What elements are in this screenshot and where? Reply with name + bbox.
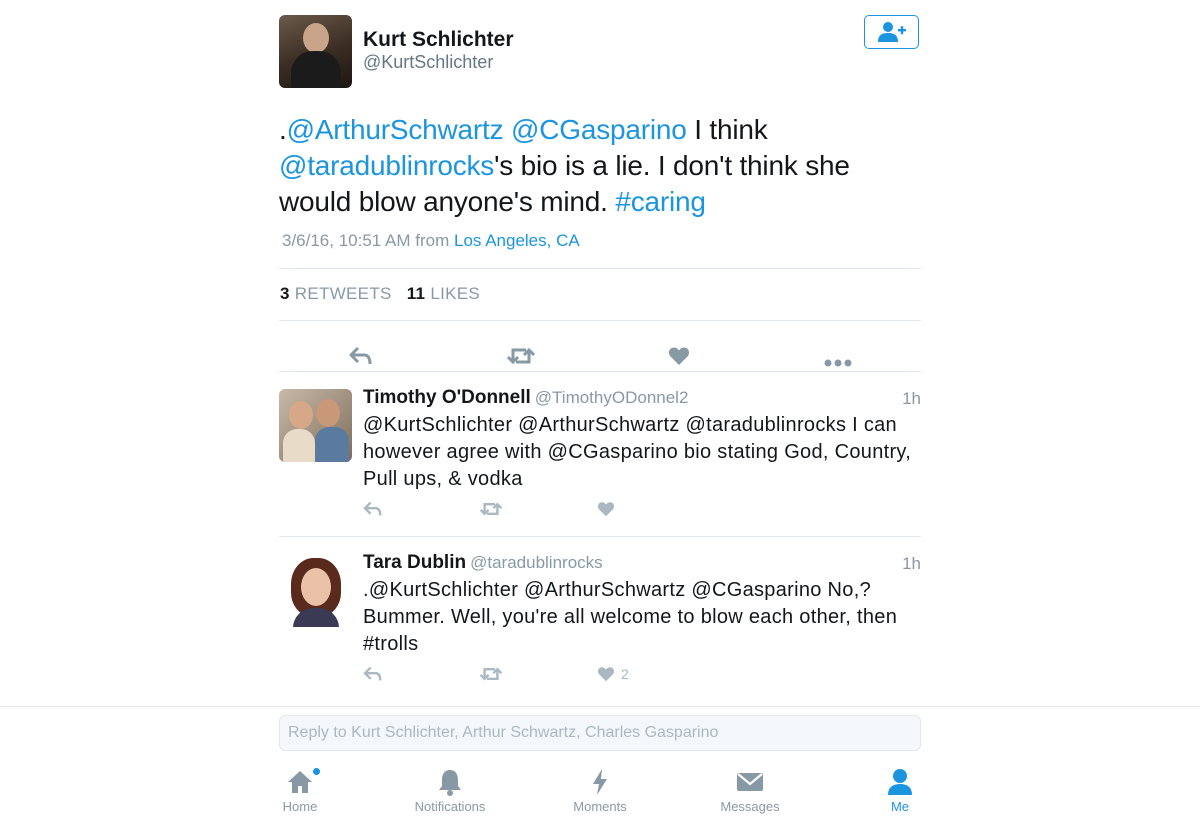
bell-icon (439, 770, 461, 796)
like-count: 2 (621, 666, 629, 682)
notification-dot (313, 768, 320, 775)
reply-author-name[interactable]: Tara Dublin (363, 552, 466, 573)
reply-icon (363, 501, 382, 516)
heart-icon (668, 347, 690, 365)
tweet-text-segment: I think (686, 114, 768, 145)
mention-link[interactable]: @CGasparino (511, 114, 687, 145)
tab-label: Me (890, 799, 910, 814)
tab-messages[interactable]: Messages (690, 767, 810, 814)
reply-button[interactable] (349, 346, 373, 371)
reply-author[interactable]: Tara Dublin @taradublinrocks (363, 552, 603, 574)
retweet-count[interactable]: 3 (280, 284, 290, 303)
divider (279, 268, 921, 269)
author-name[interactable]: Kurt Schlichter (363, 28, 514, 52)
mention-link[interactable]: @taradublinrocks (279, 150, 494, 181)
tab-home[interactable]: Home (240, 767, 360, 814)
reply-text-line: #trolls (363, 633, 419, 655)
retweet-button[interactable] (479, 666, 503, 682)
add-user-icon (877, 22, 906, 42)
tweet-text-segment: . (279, 114, 287, 145)
tab-label: Moments (573, 799, 627, 814)
tab-moments[interactable]: Moments (540, 767, 660, 814)
like-button[interactable] (668, 346, 690, 371)
retweet-button[interactable] (506, 346, 536, 371)
reply-text: @KurtSchlichter @ArthurSchwartz @taradub… (363, 412, 923, 493)
divider (279, 371, 921, 372)
tab-label: Notifications (414, 799, 486, 814)
tab-label: Messages (720, 799, 780, 814)
reply-text-line: Bummer. Well, you're all welcome to blow… (363, 606, 898, 628)
like-button[interactable] (597, 501, 621, 517)
like-count[interactable]: 11 (407, 284, 426, 303)
avatar[interactable] (279, 389, 352, 462)
reply-button[interactable] (363, 666, 383, 682)
retweet-icon (506, 347, 536, 365)
lightning-icon (593, 769, 607, 795)
home-icon (288, 771, 312, 793)
more-icon (824, 359, 852, 367)
heart-icon (597, 667, 615, 682)
person-icon (888, 769, 912, 795)
more-button[interactable] (824, 354, 852, 372)
retweet-icon (479, 667, 503, 681)
reply-author[interactable]: Timothy O'Donnell @TimothyODonnel2 (363, 387, 688, 409)
retweet-icon (479, 502, 503, 516)
tweet-stats: 3 RETWEETS 11 LIKES (280, 284, 480, 304)
like-label[interactable]: LIKES (430, 284, 480, 303)
reply-author-name[interactable]: Timothy O'Donnell (363, 387, 531, 408)
reply-text-line: .@KurtSchlichter @ArthurSchwartz @CGaspa… (363, 579, 872, 601)
reply-icon (363, 666, 382, 681)
composer-divider (0, 706, 1200, 707)
reply-actions (363, 501, 763, 525)
reply-author-handle[interactable]: @taradublinrocks (470, 553, 603, 572)
hashtag-link[interactable]: #caring (615, 186, 706, 217)
envelope-icon (737, 773, 763, 791)
reply-button[interactable] (363, 501, 383, 517)
reply-text-line: Pull ups, & vodka (363, 468, 523, 490)
reply-author-handle[interactable]: @TimothyODonnel2 (535, 388, 689, 407)
retweet-button[interactable] (479, 501, 503, 517)
follow-button[interactable] (864, 15, 919, 49)
tweet-actions (279, 332, 921, 384)
reply-tweet[interactable]: Timothy O'Donnell @TimothyODonnel2 1h @Ku… (279, 385, 923, 537)
tab-me[interactable]: Me (840, 767, 960, 814)
reply-actions: 2 (363, 666, 763, 690)
tab-label: Home (282, 799, 318, 814)
tab-notifications[interactable]: Notifications (390, 767, 510, 814)
divider (279, 536, 921, 537)
author-handle[interactable]: @KurtSchlichter (363, 52, 493, 73)
reply-time: 1h (902, 554, 921, 573)
tweet-meta: 3/6/16, 10:51 AM from Los Angeles, CA (282, 231, 580, 251)
reply-icon (349, 346, 372, 365)
retweet-label[interactable]: RETWEETS (295, 284, 392, 303)
mention-link[interactable]: @ArthurSchwartz (287, 114, 504, 145)
tweet-location[interactable]: Los Angeles, CA (454, 231, 580, 250)
reply-tweet[interactable]: Tara Dublin @taradublinrocks 1h .@KurtSch… (279, 550, 921, 700)
reply-text-line: however agree with @CGasparino bio stati… (363, 441, 912, 463)
divider (279, 320, 921, 321)
reply-time: 1h (902, 389, 921, 408)
reply-composer-input[interactable]: Reply to Kurt Schlichter, Arthur Schwart… (279, 715, 921, 751)
avatar[interactable] (279, 554, 352, 627)
tweet-timestamp: 3/6/16, 10:51 AM from (282, 231, 450, 250)
tweet-text-segment (503, 114, 511, 145)
like-button[interactable]: 2 (597, 666, 629, 682)
author-avatar[interactable] (279, 15, 352, 88)
heart-icon (597, 502, 615, 517)
reply-text: .@KurtSchlichter @ArthurSchwartz @CGaspa… (363, 577, 923, 658)
reply-text-line: @KurtSchlichter @ArthurSchwartz @taradub… (363, 414, 897, 436)
tweet-text: .@ArthurSchwartz @CGasparino I think @ta… (279, 112, 919, 220)
